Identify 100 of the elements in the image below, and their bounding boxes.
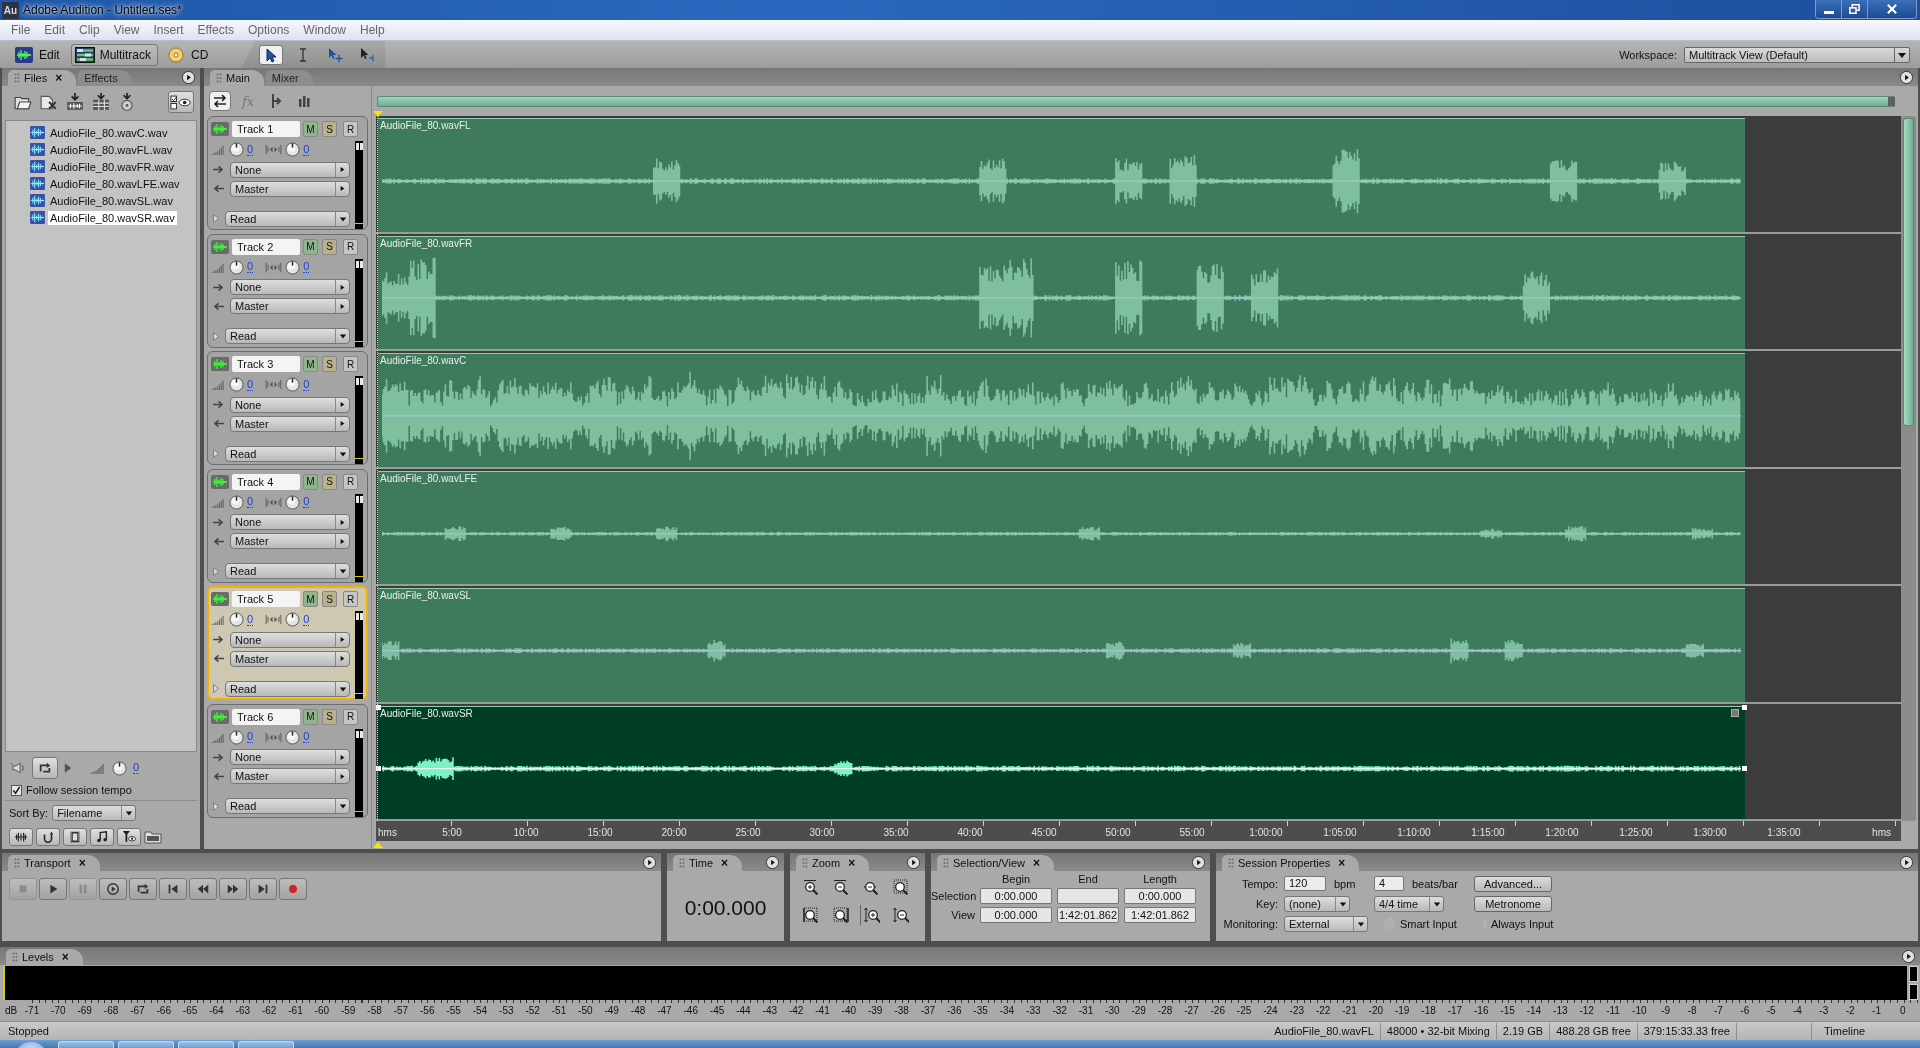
tempo-field[interactable]: 120 bbox=[1284, 876, 1326, 891]
panel-tab[interactable]: Mixer bbox=[265, 70, 313, 86]
scrollbar-thumb[interactable] bbox=[1903, 118, 1914, 427]
input-dropdown[interactable]: None bbox=[230, 749, 350, 765]
track-name-field[interactable]: Track 5 bbox=[232, 591, 300, 607]
show-video-button[interactable] bbox=[63, 828, 87, 846]
solo-button[interactable]: S bbox=[322, 121, 337, 137]
fast-forward-button[interactable] bbox=[219, 878, 247, 900]
output-dropdown[interactable]: Master bbox=[230, 180, 350, 197]
move-tool-button[interactable] bbox=[259, 44, 284, 65]
clip-indicator-icon[interactable] bbox=[1909, 984, 1918, 1000]
file-name[interactable]: AudioFile_80.wavFL.wav bbox=[48, 142, 175, 157]
panel-tab[interactable]: Selection/View × bbox=[937, 855, 1054, 871]
volume-knob[interactable] bbox=[229, 612, 244, 627]
record-arm-button[interactable]: R bbox=[343, 591, 358, 607]
pan-knob[interactable] bbox=[285, 377, 301, 392]
file-name[interactable]: AudioFile_80.wavC.wav bbox=[48, 125, 170, 140]
panel-tab[interactable]: Files × bbox=[8, 70, 77, 86]
close-tab-button[interactable]: × bbox=[78, 856, 86, 870]
pan-knob[interactable] bbox=[285, 729, 301, 745]
panel-menu-icon[interactable] bbox=[1899, 854, 1914, 870]
panel-tab[interactable]: Main bbox=[210, 70, 264, 86]
menu-item[interactable]: Insert bbox=[146, 23, 191, 37]
advanced-button[interactable]: Advanced... bbox=[1474, 875, 1552, 892]
menu-item[interactable]: Clip bbox=[72, 23, 107, 37]
sort-dropdown[interactable]: Filename bbox=[52, 805, 137, 821]
panel-menu-icon[interactable] bbox=[906, 854, 921, 870]
track-controls[interactable]: Track 2 M S R 0 0 None Master Read bbox=[207, 233, 368, 348]
record-arm-button[interactable]: R bbox=[343, 356, 358, 372]
multitrack-view-button[interactable]: Multitrack bbox=[70, 43, 159, 66]
monitoring-dropdown[interactable]: External bbox=[1284, 915, 1368, 932]
cd-view-button[interactable]: CD bbox=[162, 43, 216, 66]
close-tab-button[interactable]: × bbox=[61, 950, 69, 964]
file-name[interactable]: AudioFile_80.wavLFE.wav bbox=[48, 176, 182, 191]
track-controls[interactable]: Track 6 M S R 0 0 None Master Read bbox=[207, 703, 368, 818]
close-tab-button[interactable]: × bbox=[1032, 856, 1040, 870]
loop-button[interactable] bbox=[32, 757, 58, 779]
file-name[interactable]: AudioFile_80.wavSL.wav bbox=[48, 193, 175, 208]
end-field[interactable] bbox=[1057, 888, 1119, 904]
mute-button[interactable]: M bbox=[303, 708, 318, 725]
show-midi-button[interactable] bbox=[90, 828, 114, 846]
zoom-out-vertical-button[interactable] bbox=[890, 905, 912, 925]
volume-knob[interactable] bbox=[229, 377, 244, 392]
length-field[interactable]: 1:42:01.862 bbox=[1124, 907, 1196, 923]
input-dropdown[interactable]: None bbox=[230, 396, 350, 413]
volume-knob[interactable] bbox=[229, 259, 244, 275]
volume-knob[interactable] bbox=[112, 760, 127, 776]
track-name-field[interactable]: Track 1 bbox=[232, 121, 300, 137]
automation-dropdown[interactable]: Read bbox=[225, 798, 350, 814]
panel-menu-icon[interactable] bbox=[181, 69, 196, 85]
volume-knob[interactable] bbox=[229, 729, 244, 745]
track-controls[interactable]: Track 5 M S R 0 0 None Master Read bbox=[207, 586, 368, 700]
panel-menu-icon[interactable] bbox=[642, 854, 657, 870]
expand-triangle-icon[interactable] bbox=[212, 683, 220, 694]
close-tab-button[interactable]: × bbox=[848, 856, 856, 870]
fade-handle-icon[interactable] bbox=[1742, 704, 1747, 710]
menu-item[interactable]: File bbox=[4, 23, 38, 37]
skip-forward-button[interactable] bbox=[249, 878, 277, 900]
record-arm-button[interactable]: R bbox=[343, 121, 358, 137]
volume-knob[interactable] bbox=[229, 142, 244, 157]
pan-value[interactable]: 0 bbox=[303, 613, 310, 626]
record-arm-button[interactable]: R bbox=[343, 708, 358, 725]
audio-clip[interactable]: AudioFile_80.wavSL bbox=[378, 588, 1745, 702]
output-dropdown[interactable]: Master bbox=[230, 415, 350, 432]
track-controls[interactable]: Track 1 M S R 0 0 None Master Read bbox=[207, 116, 368, 230]
automation-dropdown[interactable]: Read bbox=[225, 210, 350, 227]
panel-tab[interactable]: Transport × bbox=[8, 855, 100, 871]
panel-menu-icon[interactable] bbox=[1191, 854, 1206, 870]
show-audio-button[interactable] bbox=[9, 828, 33, 846]
show-loops-button[interactable] bbox=[36, 828, 60, 846]
input-dropdown[interactable]: None bbox=[230, 631, 350, 648]
beats-field[interactable]: 4 bbox=[1374, 876, 1404, 891]
minimize-button[interactable] bbox=[1816, 0, 1842, 18]
panel-menu-icon[interactable] bbox=[1901, 948, 1916, 964]
volume-knob[interactable] bbox=[229, 494, 244, 510]
track-name-field[interactable]: Track 6 bbox=[232, 708, 300, 725]
record-arm-button[interactable]: R bbox=[343, 473, 358, 490]
expand-triangle-icon[interactable] bbox=[212, 565, 220, 577]
menu-item[interactable]: Effects bbox=[190, 23, 241, 37]
mute-button[interactable]: M bbox=[303, 356, 318, 372]
track-name-field[interactable]: Track 3 bbox=[232, 356, 300, 372]
vertical-scrollbar[interactable] bbox=[1901, 116, 1916, 821]
file-name[interactable]: AudioFile_80.wavFR.wav bbox=[48, 159, 177, 174]
insert-grid-button[interactable] bbox=[90, 91, 112, 113]
record-arm-button[interactable]: R bbox=[343, 238, 358, 255]
mute-button[interactable]: M bbox=[303, 121, 318, 137]
file-name[interactable]: AudioFile_80.wavSR.wav bbox=[48, 210, 177, 225]
solo-button[interactable]: S bbox=[322, 591, 337, 607]
panel-tab[interactable]: Session Properties × bbox=[1222, 855, 1360, 871]
panel-menu-icon[interactable] bbox=[765, 854, 780, 870]
skip-back-button[interactable] bbox=[159, 878, 187, 900]
pan-knob[interactable] bbox=[285, 259, 301, 275]
menu-item[interactable]: Window bbox=[296, 23, 354, 37]
expand-triangle-icon[interactable] bbox=[212, 213, 220, 224]
playhead-marker-icon[interactable] bbox=[373, 842, 383, 848]
folder-icon[interactable] bbox=[144, 830, 162, 844]
mute-button[interactable]: M bbox=[303, 238, 318, 255]
panel-menu-icon[interactable] bbox=[1899, 69, 1914, 85]
close-button[interactable] bbox=[1868, 0, 1916, 18]
solo-button[interactable]: S bbox=[322, 708, 337, 725]
